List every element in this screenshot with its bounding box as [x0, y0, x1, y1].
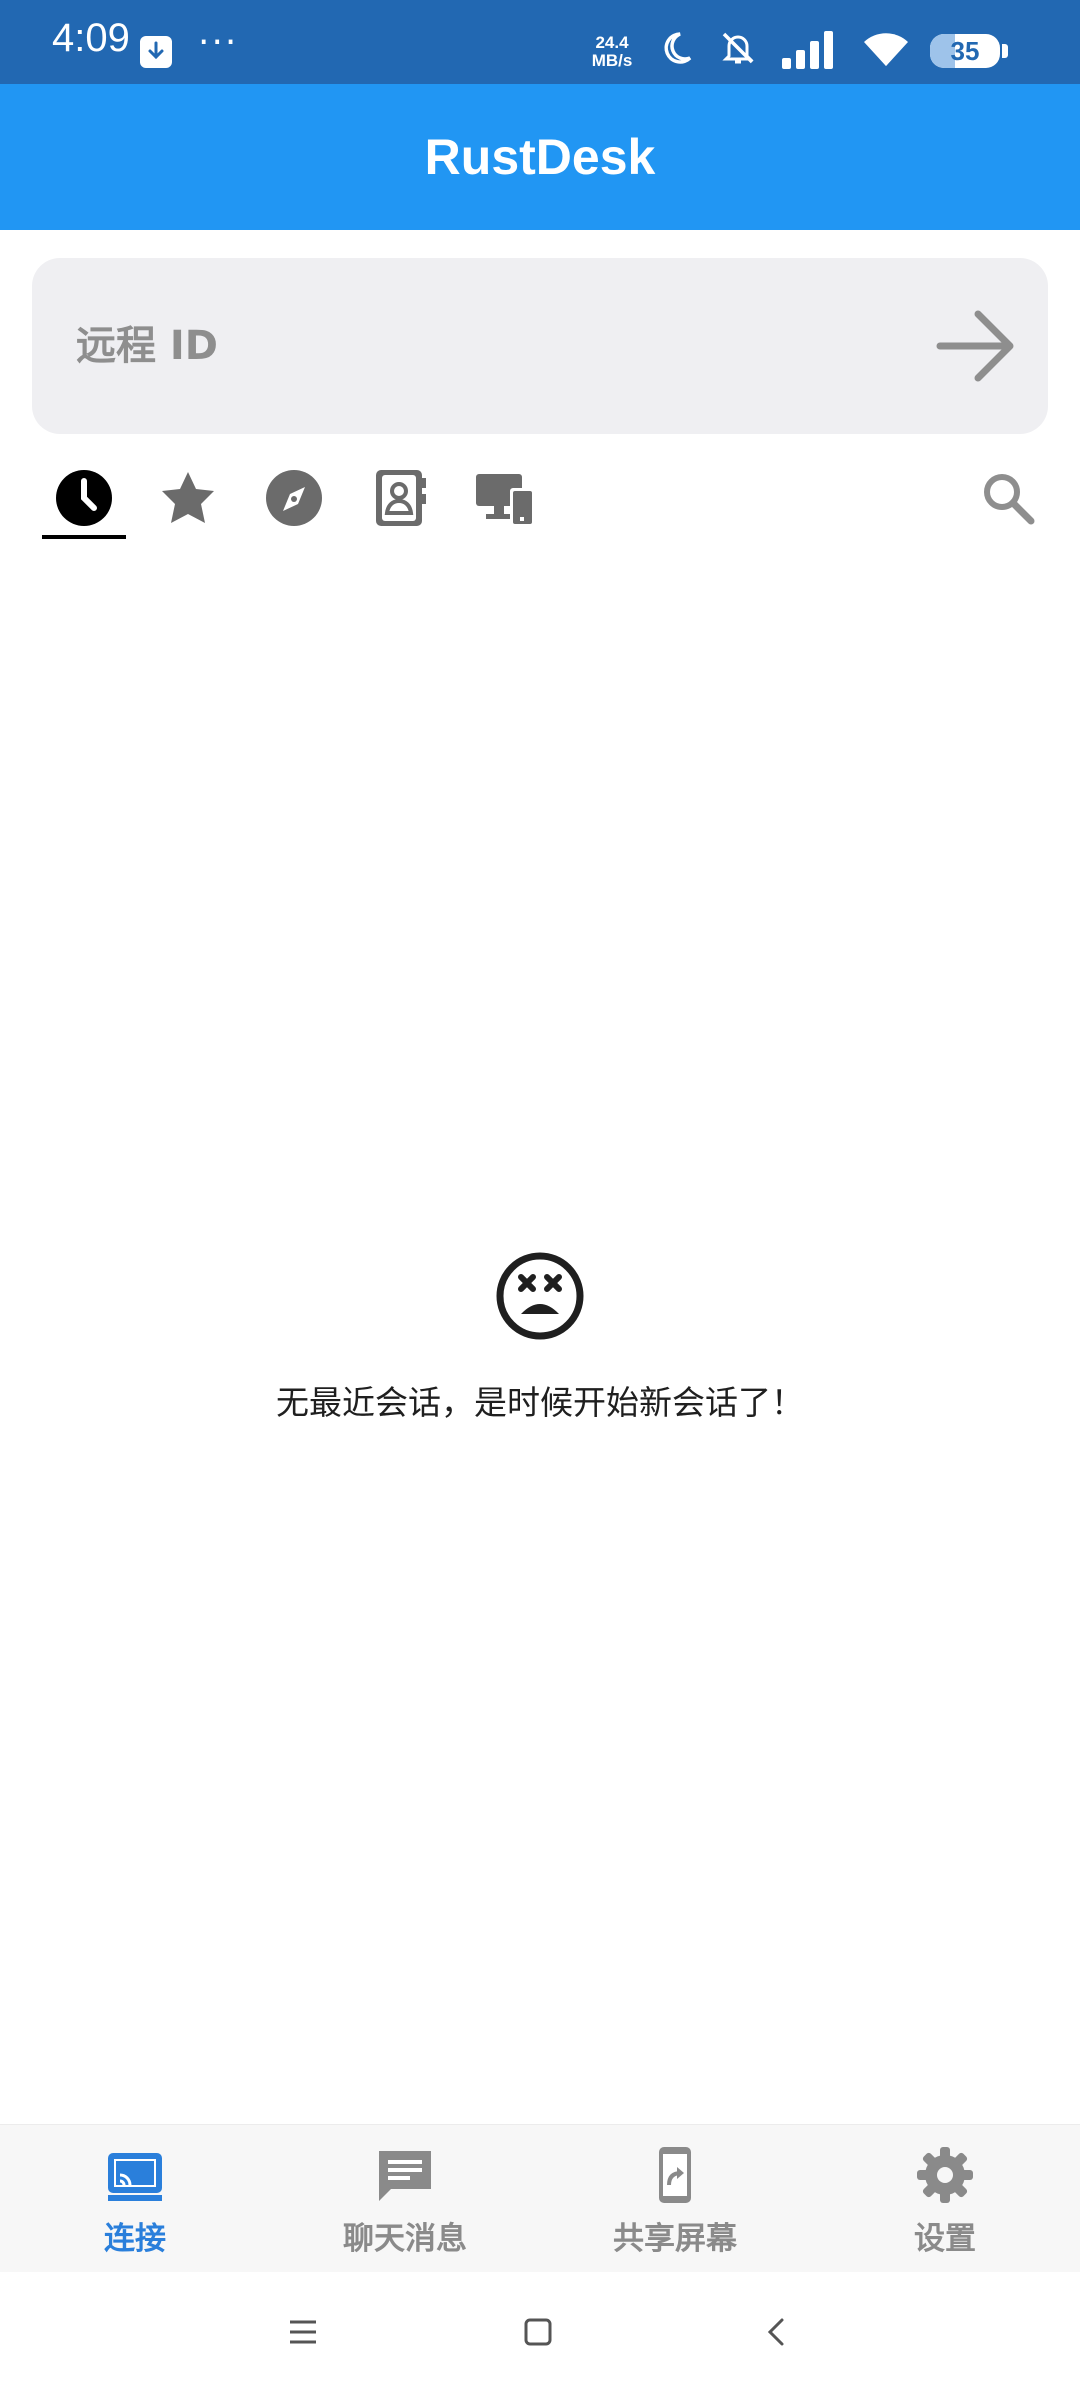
home-icon[interactable] — [522, 2316, 554, 2352]
signal-icon — [780, 28, 838, 74]
battery-icon: 35 — [930, 34, 1000, 68]
net-speed: 24.4 MB/s — [586, 34, 638, 70]
nav-settings[interactable]: 设置 — [810, 2125, 1080, 2273]
nav-label: 共享屏幕 — [613, 2221, 737, 2257]
screen-share-icon — [645, 2145, 705, 2205]
tab-recent[interactable] — [52, 466, 116, 530]
nav-label: 设置 — [914, 2221, 976, 2257]
dizzy-face-icon — [494, 1250, 586, 1342]
status-bar: 4:09 ··· 24.4 MB/s 35 — [0, 0, 1080, 84]
remote-id-input[interactable]: 远程 ID — [32, 258, 1048, 434]
system-nav-bar — [0, 2272, 1080, 2400]
nav-label: 聊天消息 — [343, 2221, 467, 2257]
gear-icon — [915, 2145, 975, 2205]
tab-indicator — [42, 535, 126, 539]
net-speed-value: 24.4 — [595, 33, 629, 52]
nav-chat[interactable]: 聊天消息 — [270, 2125, 540, 2273]
download-icon — [140, 36, 172, 68]
star-icon — [162, 472, 214, 523]
bottom-nav: 连接 聊天消息 共享屏幕 设置 — [0, 2124, 1080, 2273]
tab-devices[interactable] — [472, 466, 536, 530]
address-book-icon — [376, 470, 426, 526]
battery-tip — [1002, 44, 1008, 58]
tab-discovered[interactable] — [262, 466, 326, 530]
net-speed-unit: MB/s — [591, 51, 633, 70]
nav-share-screen[interactable]: 共享屏幕 — [540, 2125, 810, 2273]
compass-icon — [266, 470, 322, 526]
back-icon[interactable] — [760, 2316, 792, 2352]
nav-label: 连接 — [104, 2221, 166, 2257]
devices-icon — [476, 474, 534, 526]
menu-icon[interactable] — [286, 2316, 320, 2352]
bell-off-icon — [718, 28, 758, 72]
cast-icon — [105, 2145, 165, 2205]
nav-connect[interactable]: 连接 — [0, 2125, 270, 2273]
wifi-icon — [862, 28, 910, 74]
more-indicator: ··· — [198, 22, 239, 63]
clock-icon — [56, 470, 112, 526]
app-bar: RustDesk — [0, 84, 1080, 230]
status-time: 4:09 — [52, 16, 130, 60]
empty-message: 无最近会话，是时候开始新会话了！ — [276, 1383, 804, 1422]
remote-id-placeholder: 远程 ID — [76, 323, 219, 369]
tab-address-book[interactable] — [368, 466, 432, 530]
arrow-right-icon[interactable] — [936, 306, 1016, 386]
chat-icon — [375, 2145, 435, 2205]
moon-icon — [656, 28, 696, 72]
tab-favorites[interactable] — [156, 466, 220, 530]
app-title: RustDesk — [424, 129, 656, 185]
search-icon[interactable] — [976, 466, 1040, 530]
battery-level: 35 — [950, 36, 980, 66]
